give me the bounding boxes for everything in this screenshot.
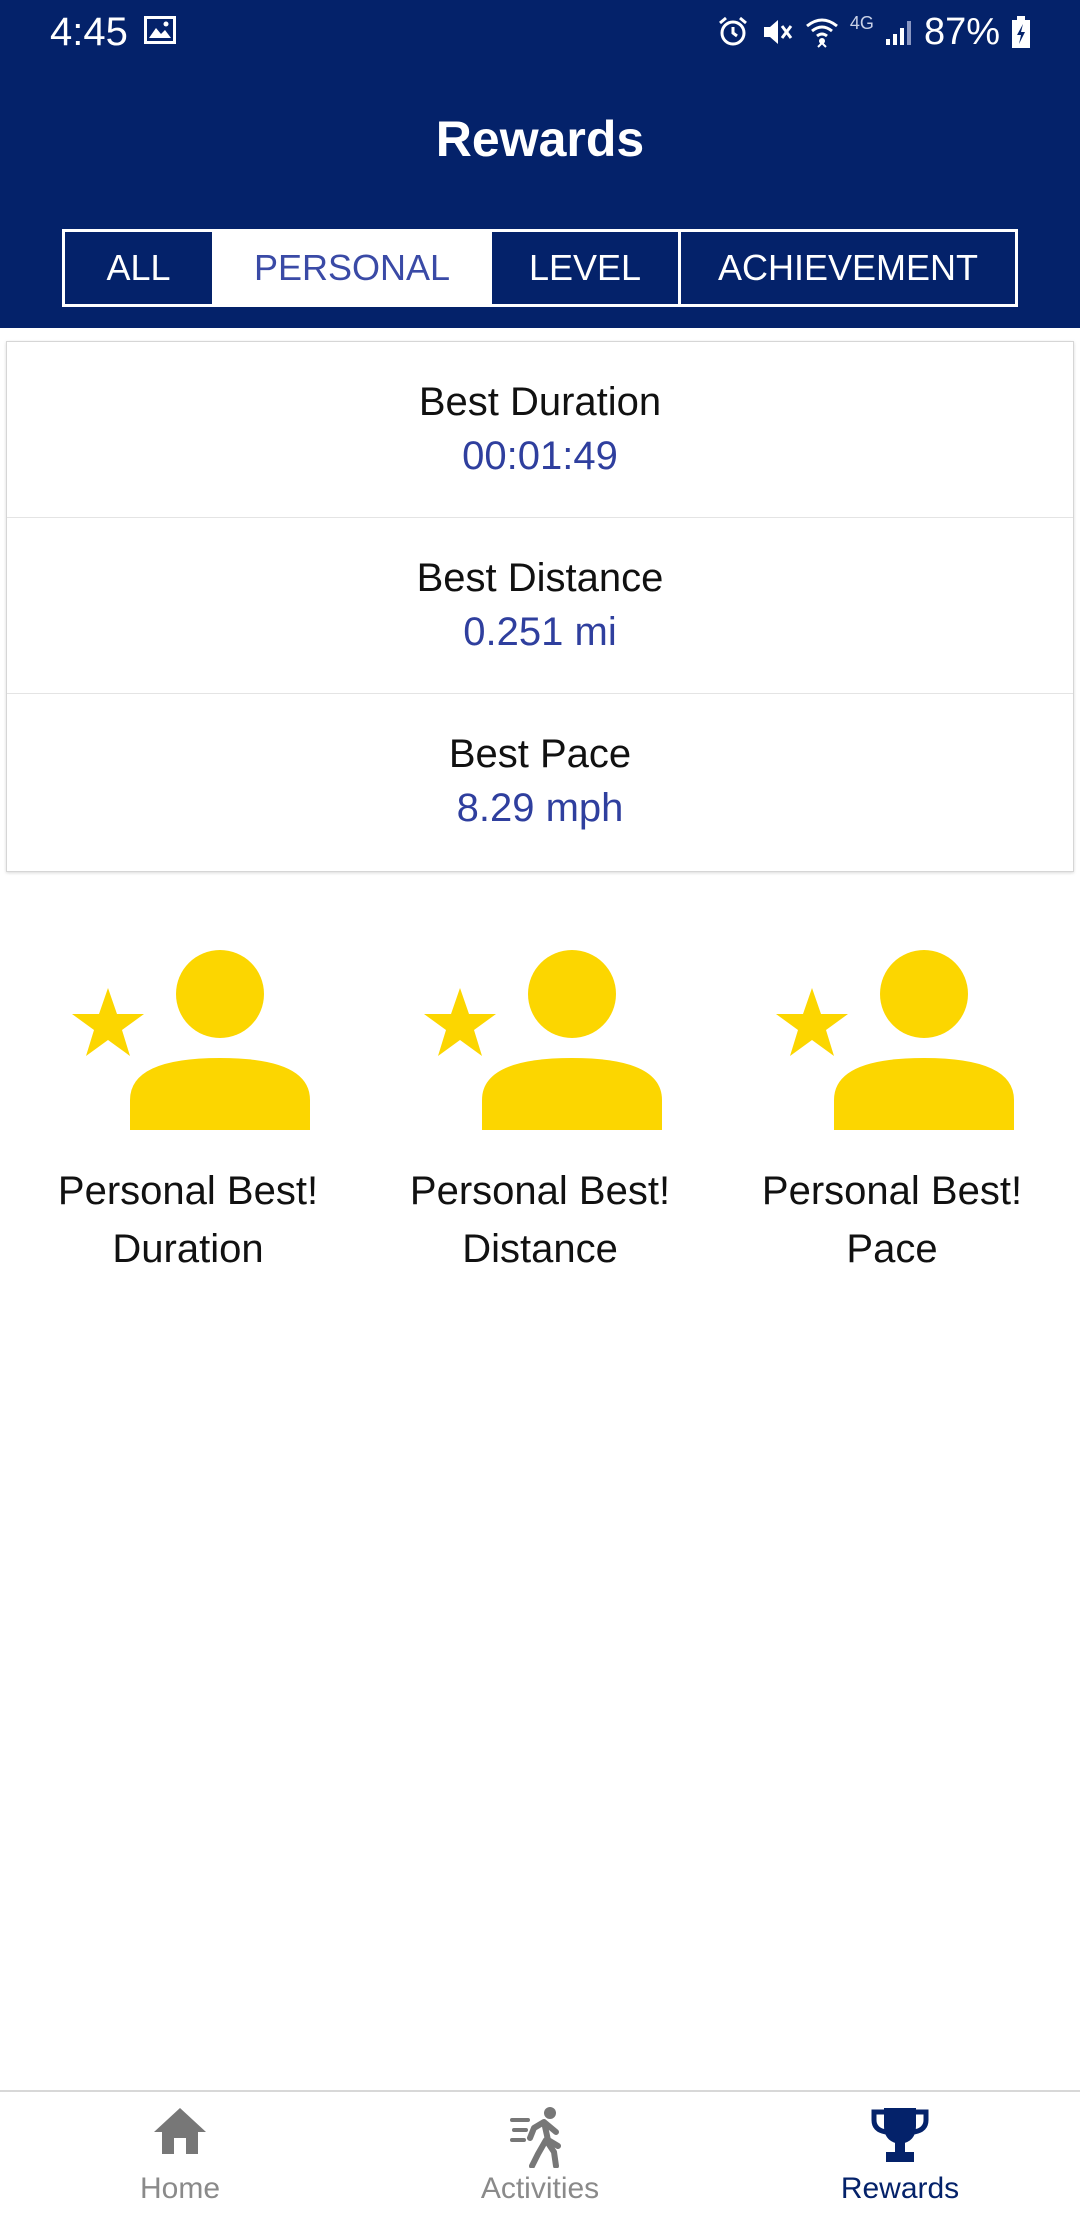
tab-all[interactable]: ALL [65,232,212,304]
header: 4:45 4G 87% Rewards ALL PERSONAL LEVEL A… [0,0,1080,328]
badge-title: Personal Best! [57,1169,319,1213]
stat-row-distance: Best Distance 0.251 mi [7,518,1073,694]
nav-label: Home [139,2172,221,2205]
person-star-icon [776,950,1014,1130]
trophy-icon [871,2108,929,2162]
running-person-icon [510,2107,561,2168]
badges-grid: Personal Best! Duration Personal Best! D… [0,950,1080,1280]
tab-personal[interactable]: PERSONAL [212,232,489,304]
status-bar: 4:45 4G 87% [0,0,1080,64]
wifi-icon [805,18,838,48]
badge-subtitle: Pace [846,1227,938,1271]
nav-activities[interactable]: Activities [360,2092,720,2220]
personal-bests-card: Best Duration 00:01:49 Best Distance 0.2… [6,341,1074,872]
badge-subtitle: Duration [112,1227,264,1271]
stat-value: 0.251 mi [463,610,617,654]
home-icon [154,2108,206,2154]
stat-label: Best Distance [416,556,664,600]
status-icons: 4G 87% [716,10,1032,54]
battery-charging-icon [1012,16,1030,48]
badge-distance[interactable]: Personal Best! Distance [360,950,720,1278]
stat-value: 00:01:49 [462,434,618,478]
person-star-icon [72,950,310,1130]
image-notification-icon [144,16,176,44]
rewards-screen: 4:45 4G 87% Rewards ALL PERSONAL LEVEL A… [0,0,1080,2220]
person-star-icon [424,950,662,1130]
signal-icon [885,21,911,45]
stat-row-pace: Best Pace 8.29 mph [7,694,1073,870]
stat-label: Best Pace [448,732,632,776]
alarm-icon [718,16,747,46]
tab-achievement[interactable]: ACHIEVEMENT [678,232,1015,304]
badge-duration[interactable]: Personal Best! Duration [8,950,368,1278]
badge-label: Personal Best! Distance [360,1162,720,1278]
badge-title: Personal Best! [409,1169,671,1213]
battery-percent: 87% [923,11,1000,53]
stat-value: 8.29 mph [456,786,624,830]
mute-icon [763,20,793,44]
nav-label: Activities [480,2172,600,2205]
badge-label: Personal Best! Pace [712,1162,1072,1278]
nav-home[interactable]: Home [0,2092,360,2220]
network-type: 4G [849,13,874,33]
nav-label: Rewards [840,2172,960,2205]
status-time: 4:45 [50,10,128,54]
badge-title: Personal Best! [761,1169,1023,1213]
page-title: Rewards [435,111,645,167]
nav-rewards[interactable]: Rewards [720,2092,1080,2220]
stat-label: Best Duration [418,380,662,424]
bottom-navigation: Home Activities Rewards [0,2090,1080,2220]
tab-level[interactable]: LEVEL [489,232,678,304]
badge-label: Personal Best! Duration [8,1162,368,1278]
stat-row-duration: Best Duration 00:01:49 [7,342,1073,518]
badge-subtitle: Distance [462,1227,618,1271]
reward-filter-tabs: ALL PERSONAL LEVEL ACHIEVEMENT [62,229,1018,307]
badge-pace[interactable]: Personal Best! Pace [712,950,1072,1278]
